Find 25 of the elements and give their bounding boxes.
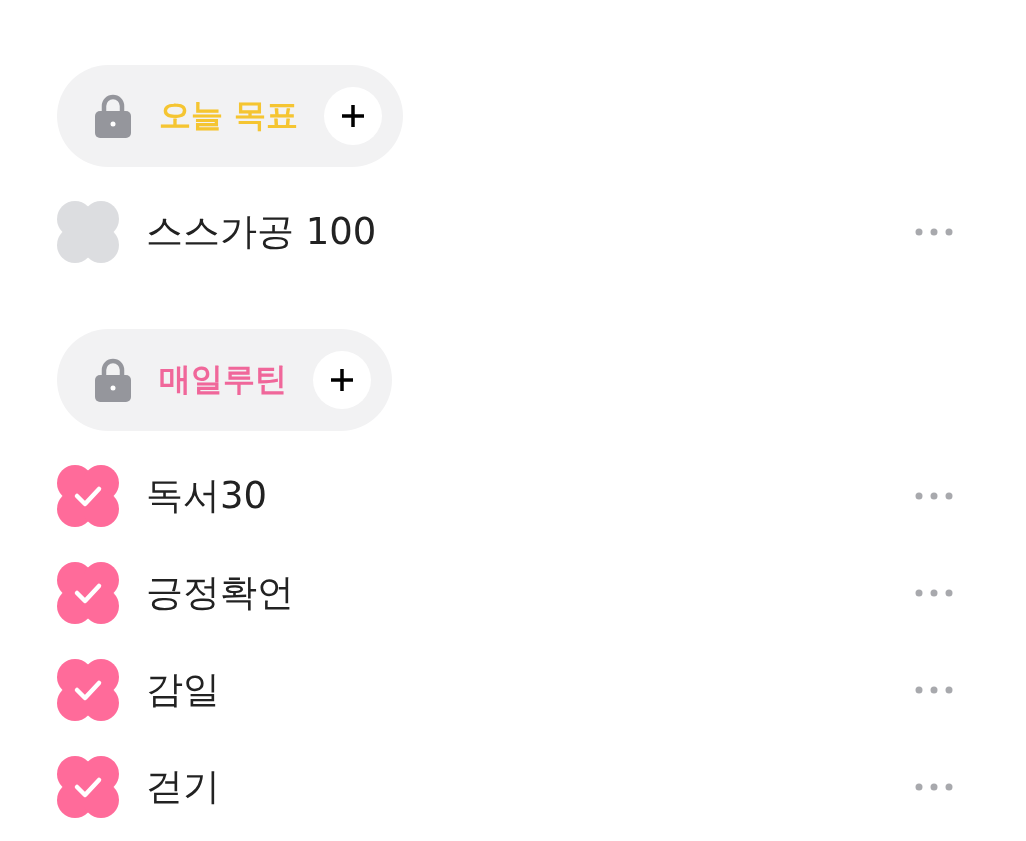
more-icon	[915, 491, 953, 500]
more-icon	[915, 588, 953, 597]
checkbox[interactable]	[57, 200, 119, 263]
lock-icon	[95, 358, 131, 402]
more-button[interactable]	[915, 588, 953, 597]
lock-icon	[95, 94, 131, 138]
more-icon	[915, 227, 953, 236]
more-button[interactable]	[915, 782, 953, 791]
more-button[interactable]	[915, 227, 953, 236]
task-label: 스스가공 100	[146, 208, 378, 255]
more-button[interactable]	[915, 685, 953, 694]
task-label: 걷기	[146, 763, 221, 810]
plus-icon	[328, 366, 356, 394]
checked-checkbox[interactable]	[57, 658, 119, 721]
more-icon	[915, 685, 953, 694]
checked-checkbox[interactable]	[57, 755, 119, 818]
checked-checkbox[interactable]	[57, 561, 119, 624]
task-label: 독서30	[146, 472, 269, 519]
section-title: 매일루틴	[159, 359, 287, 400]
task-label: 감일	[146, 666, 221, 713]
more-button[interactable]	[915, 491, 953, 500]
checked-checkbox[interactable]	[57, 464, 119, 527]
more-icon	[915, 782, 953, 791]
task-label: 긍정확언	[146, 569, 295, 616]
section-title: 오늘 목표	[159, 95, 299, 136]
